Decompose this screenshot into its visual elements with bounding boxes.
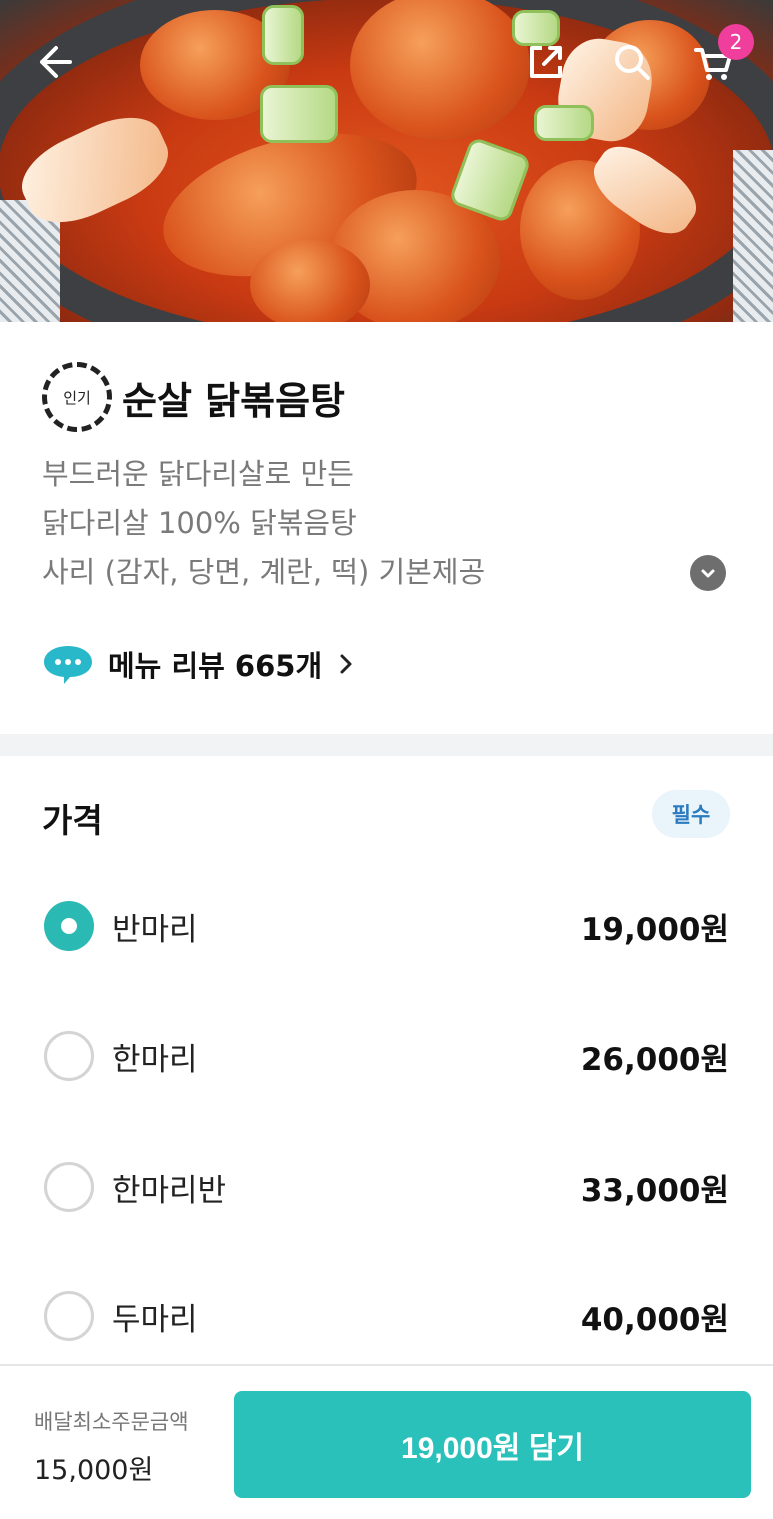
title-row: 인기 순살 닭볶음탕	[42, 362, 345, 432]
price-section: 가격 필수 반마리 19,000원 한마리 26,000원 한마리반 33,00…	[0, 756, 773, 1364]
min-order-value: 15,000원	[34, 1455, 154, 1486]
bottom-order-bar: 배달최소주문금액 15,000원 19,000원 담기	[0, 1364, 773, 1519]
share-button[interactable]	[522, 38, 570, 86]
section-divider	[0, 734, 773, 756]
menu-review-link[interactable]: 메뉴 리뷰 665개	[42, 642, 356, 686]
description-line: 사리 (감자, 당면, 계란, 떡) 기본제공	[42, 555, 486, 589]
review-count-label: 메뉴 리뷰 665개	[108, 649, 323, 683]
price-option[interactable]: 한마리 26,000원	[0, 1016, 773, 1096]
search-icon	[615, 45, 650, 80]
description-line: 부드러운 닭다리살로 만든	[42, 457, 354, 491]
popular-badge-label: 인기	[63, 388, 91, 407]
add-to-cart-button[interactable]: 19,000원 담기	[234, 1391, 751, 1498]
option-name: 한마리반	[112, 1172, 227, 1209]
share-icon	[530, 46, 562, 78]
price-option[interactable]: 한마리반 33,000원	[0, 1147, 773, 1227]
menu-description: 부드러운 닭다리살로 만든 닭다리살 100% 닭볶음탕 사리 (감자, 당면,…	[42, 450, 485, 597]
top-nav-bar	[0, 30, 773, 94]
menu-title: 순살 닭볶음탕	[122, 378, 345, 423]
chevron-down-icon	[701, 569, 715, 578]
chevron-right-icon	[340, 654, 352, 674]
price-option[interactable]: 두마리 40,000원	[0, 1276, 773, 1356]
cart-count-badge: 2	[718, 24, 754, 60]
option-price: 40,000원	[580, 1301, 729, 1338]
arrow-left-icon	[40, 46, 72, 78]
radio-button[interactable]	[44, 1162, 94, 1212]
required-badge: 필수	[652, 790, 730, 838]
description-line: 닭다리살 100% 닭볶음탕	[42, 506, 357, 540]
option-price: 26,000원	[580, 1041, 729, 1078]
option-name: 두마리	[112, 1301, 198, 1338]
popular-badge: 인기	[42, 362, 112, 432]
radio-button[interactable]	[44, 1031, 94, 1081]
speech-bubble-icon	[44, 646, 92, 684]
price-section-title: 가격	[42, 801, 103, 840]
expand-description-button[interactable]	[690, 555, 726, 591]
option-price: 19,000원	[580, 911, 729, 948]
price-option[interactable]: 반마리 19,000원	[0, 886, 773, 966]
option-price: 33,000원	[580, 1172, 729, 1209]
radio-button-selected[interactable]	[44, 901, 94, 951]
menu-info-section: 인기 순살 닭볶음탕 부드러운 닭다리살로 만든 닭다리살 100% 닭볶음탕 …	[0, 322, 773, 734]
search-button[interactable]	[608, 38, 656, 86]
option-name: 반마리	[112, 911, 198, 948]
back-button[interactable]	[30, 38, 78, 86]
radio-button[interactable]	[44, 1291, 94, 1341]
min-order-label: 배달최소주문금액	[34, 1410, 189, 1434]
option-name: 한마리	[112, 1041, 198, 1078]
